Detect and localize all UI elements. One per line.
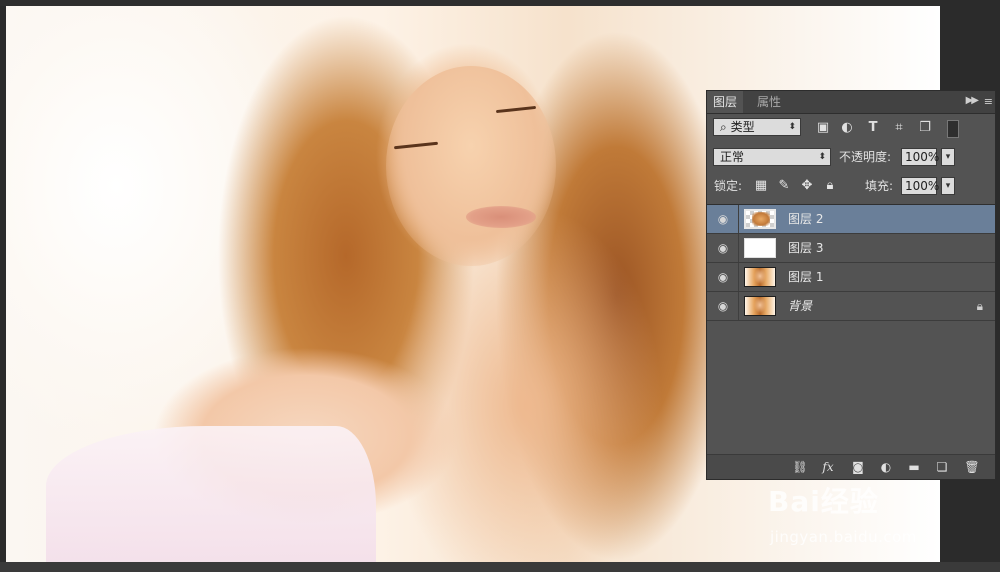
layer-row[interactable]: ◉ 图层 3 (707, 234, 995, 263)
new-group-icon[interactable]: ▬ (905, 458, 923, 476)
eye-icon: ◉ (717, 212, 729, 226)
layer-thumbnail (744, 296, 776, 316)
layer-thumbnail (744, 267, 776, 287)
lock-label: 锁定: (714, 179, 743, 193)
watermark-brand: Bai经验 (768, 485, 879, 518)
shape-filter-icon[interactable]: ⌗ (891, 120, 907, 136)
lock-transparent-pixels-icon[interactable]: ▦ (754, 177, 768, 195)
fill-input[interactable]: 100% (901, 177, 939, 195)
layers-panel: 图层 属性 ▶▶ ≡ ⌕ 类型 ⬍ ▣ ◐ T ⌗ ❐ 正常 ⬍ 不透明度: 1… (706, 90, 996, 480)
adjustment-layer-icon[interactable]: ◐ (877, 458, 895, 476)
smart-object-filter-icon[interactable]: ❐ (917, 120, 933, 136)
link-layers-icon[interactable]: ⛓ (791, 458, 809, 476)
lock-icon: 🔒︎ (976, 299, 983, 313)
white-shirt (46, 426, 376, 562)
top-strip (0, 0, 1000, 6)
tab-layers[interactable]: 图层 (707, 91, 744, 113)
opacity-dropdown-button[interactable]: ▾ (941, 148, 955, 166)
eye-icon: ◉ (717, 299, 729, 313)
new-layer-icon[interactable]: ❏ (933, 458, 951, 476)
fx-icon[interactable]: fx (819, 458, 837, 476)
add-mask-icon[interactable]: ◙ (849, 458, 867, 476)
pixel-filter-icon[interactable]: ▣ (815, 120, 831, 136)
visibility-toggle[interactable]: ◉ (707, 205, 739, 233)
lock-all-icon[interactable]: 🔒︎ (823, 177, 837, 195)
type-filter-icon[interactable]: T (865, 120, 881, 136)
filter-toggle-icon[interactable] (947, 120, 959, 138)
opacity-label: 不透明度: (839, 150, 892, 164)
layer-name: 图层 2 (788, 212, 824, 226)
layer-name: 背景 (788, 299, 813, 313)
lock-image-pixels-icon[interactable]: ✎ (777, 177, 791, 195)
layer-thumbnail (744, 238, 776, 258)
filter-kind-label: 类型 (730, 120, 755, 134)
opacity-input[interactable]: 100% (901, 148, 939, 166)
blend-row: 正常 ⬍ 不透明度: 100% ▾ (707, 148, 995, 168)
layer-row[interactable]: ◉ 背景 🔒︎ (707, 292, 995, 321)
face-highlight (386, 66, 556, 266)
panel-menu-icon[interactable]: ≡ (984, 95, 993, 108)
layer-row[interactable]: ◉ 图层 1 (707, 263, 995, 292)
panel-footer: ⛓ fx ◙ ◐ ▬ ❏ 🗑︎ (707, 454, 995, 479)
watermark: Bai经验 jingyan.baidu.com (768, 478, 948, 548)
eye-icon: ◉ (717, 270, 729, 284)
lips (466, 206, 536, 228)
lock-row: 锁定: ▦ ✎ ✥ 🔒︎ 填充: 100% ▾ (707, 177, 995, 197)
visibility-toggle[interactable]: ◉ (707, 263, 739, 291)
eye-icon: ◉ (717, 241, 729, 255)
filter-row: ⌕ 类型 ⬍ ▣ ◐ T ⌗ ❐ (707, 118, 995, 138)
panel-collapse-icon[interactable]: ▶▶ (966, 95, 979, 106)
layer-name: 图层 1 (788, 270, 824, 284)
blend-mode-dropdown[interactable]: 正常 ⬍ (713, 148, 831, 166)
spinner-arrows-icon: ⬍ (788, 122, 796, 132)
search-icon: ⌕ (720, 120, 727, 134)
trash-icon[interactable]: 🗑︎ (963, 458, 981, 476)
layer-list: ◉ 图层 2 ◉ 图层 3 ◉ 图层 1 ◉ 背景 🔒︎ (707, 204, 995, 321)
lock-position-icon[interactable]: ✥ (800, 177, 814, 195)
fill-dropdown-button[interactable]: ▾ (941, 177, 955, 195)
watermark-url: jingyan.baidu.com (770, 528, 917, 546)
visibility-toggle[interactable]: ◉ (707, 234, 739, 262)
bottom-strip (0, 562, 1000, 572)
visibility-toggle[interactable]: ◉ (707, 292, 739, 320)
filter-kind-dropdown[interactable]: ⌕ 类型 ⬍ (713, 118, 801, 136)
adjustment-filter-icon[interactable]: ◐ (839, 120, 855, 136)
layer-row[interactable]: ◉ 图层 2 (707, 205, 995, 234)
layer-thumbnail (744, 209, 776, 229)
tab-properties[interactable]: 属性 (751, 91, 787, 113)
blend-mode-value: 正常 (720, 150, 745, 164)
layer-name: 图层 3 (788, 241, 824, 255)
fill-label: 填充: (865, 179, 894, 193)
spinner-arrows-icon: ⬍ (818, 152, 826, 162)
panel-tabs: 图层 属性 ▶▶ ≡ (707, 91, 995, 114)
